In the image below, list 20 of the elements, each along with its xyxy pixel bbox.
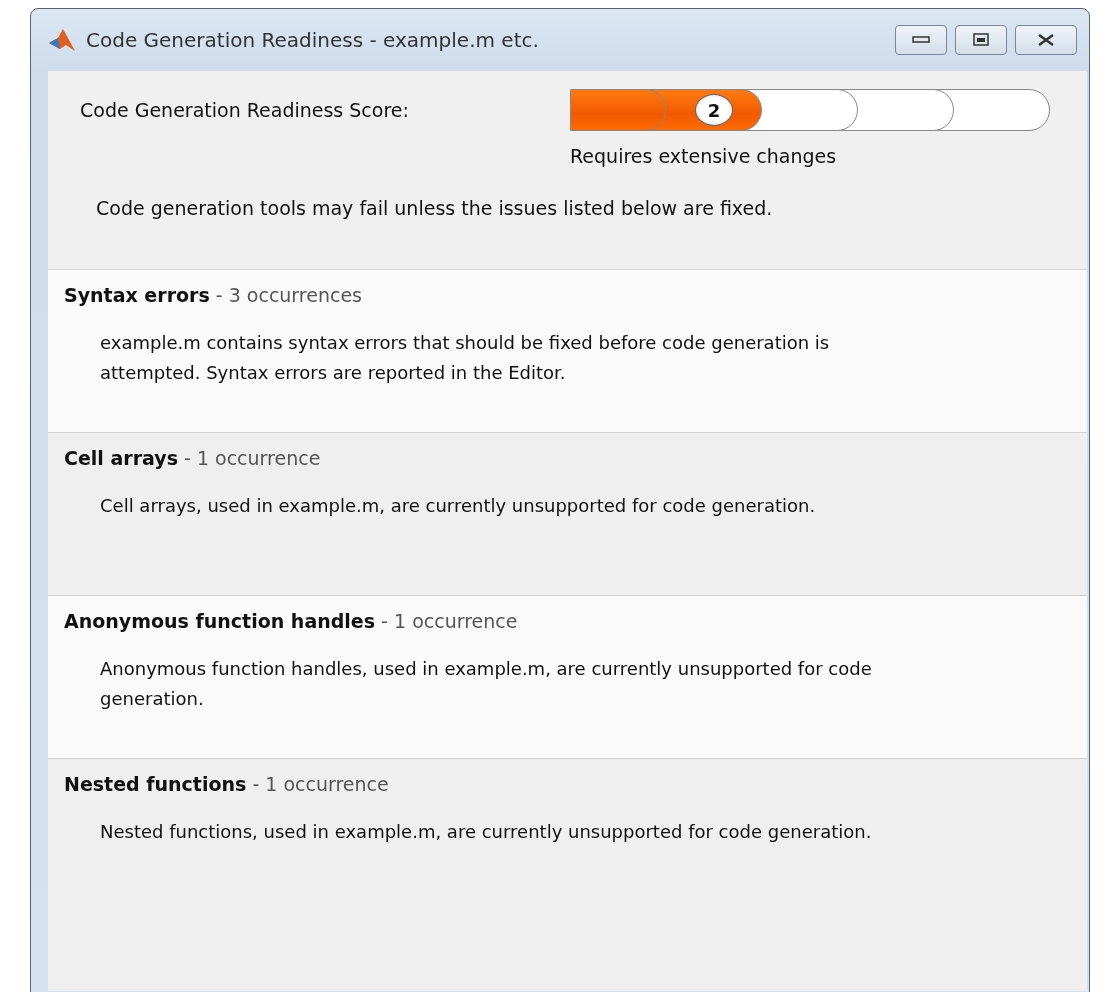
status-message: Code generation tools may fail unless the issues listed below are fixed. xyxy=(96,197,774,219)
minimize-icon xyxy=(912,36,930,44)
issue-heading: Nested functions - 1 occurrence xyxy=(64,773,390,795)
maximize-icon xyxy=(973,33,989,47)
close-button[interactable] xyxy=(1015,25,1077,55)
score-badge: 2 xyxy=(695,94,733,126)
issue-description: Nested functions, used in example.m, are currently unsupported for code generation. xyxy=(100,820,873,844)
maximize-button[interactable] xyxy=(955,25,1007,55)
issue-description: Anonymous function handles, used in example.m, are currently unsupported for code generation. xyxy=(100,657,873,711)
score-verdict: Requires extensive changes xyxy=(570,145,838,167)
issue-description: Cell arrays, used in example.m, are currently unsupported for code generation. xyxy=(100,494,817,518)
logo-icon xyxy=(48,27,76,53)
issue-heading: Anonymous function handles - 1 occurrence xyxy=(64,610,519,632)
issue-heading: Syntax errors - 3 occurrences xyxy=(64,284,363,306)
issue-heading: Cell arrays - 1 occurrence xyxy=(64,447,322,469)
close-icon xyxy=(1037,33,1055,47)
window-title: Code Generation Readiness - example.m etc. xyxy=(86,28,540,52)
score-label: Code Generation Readiness Score: xyxy=(80,99,410,121)
minimize-button[interactable] xyxy=(895,25,947,55)
issue-description: example.m contains syntax errors that should be fixed before code generation is attempted. Syntax errors are reported in the Editor. xyxy=(100,331,831,385)
